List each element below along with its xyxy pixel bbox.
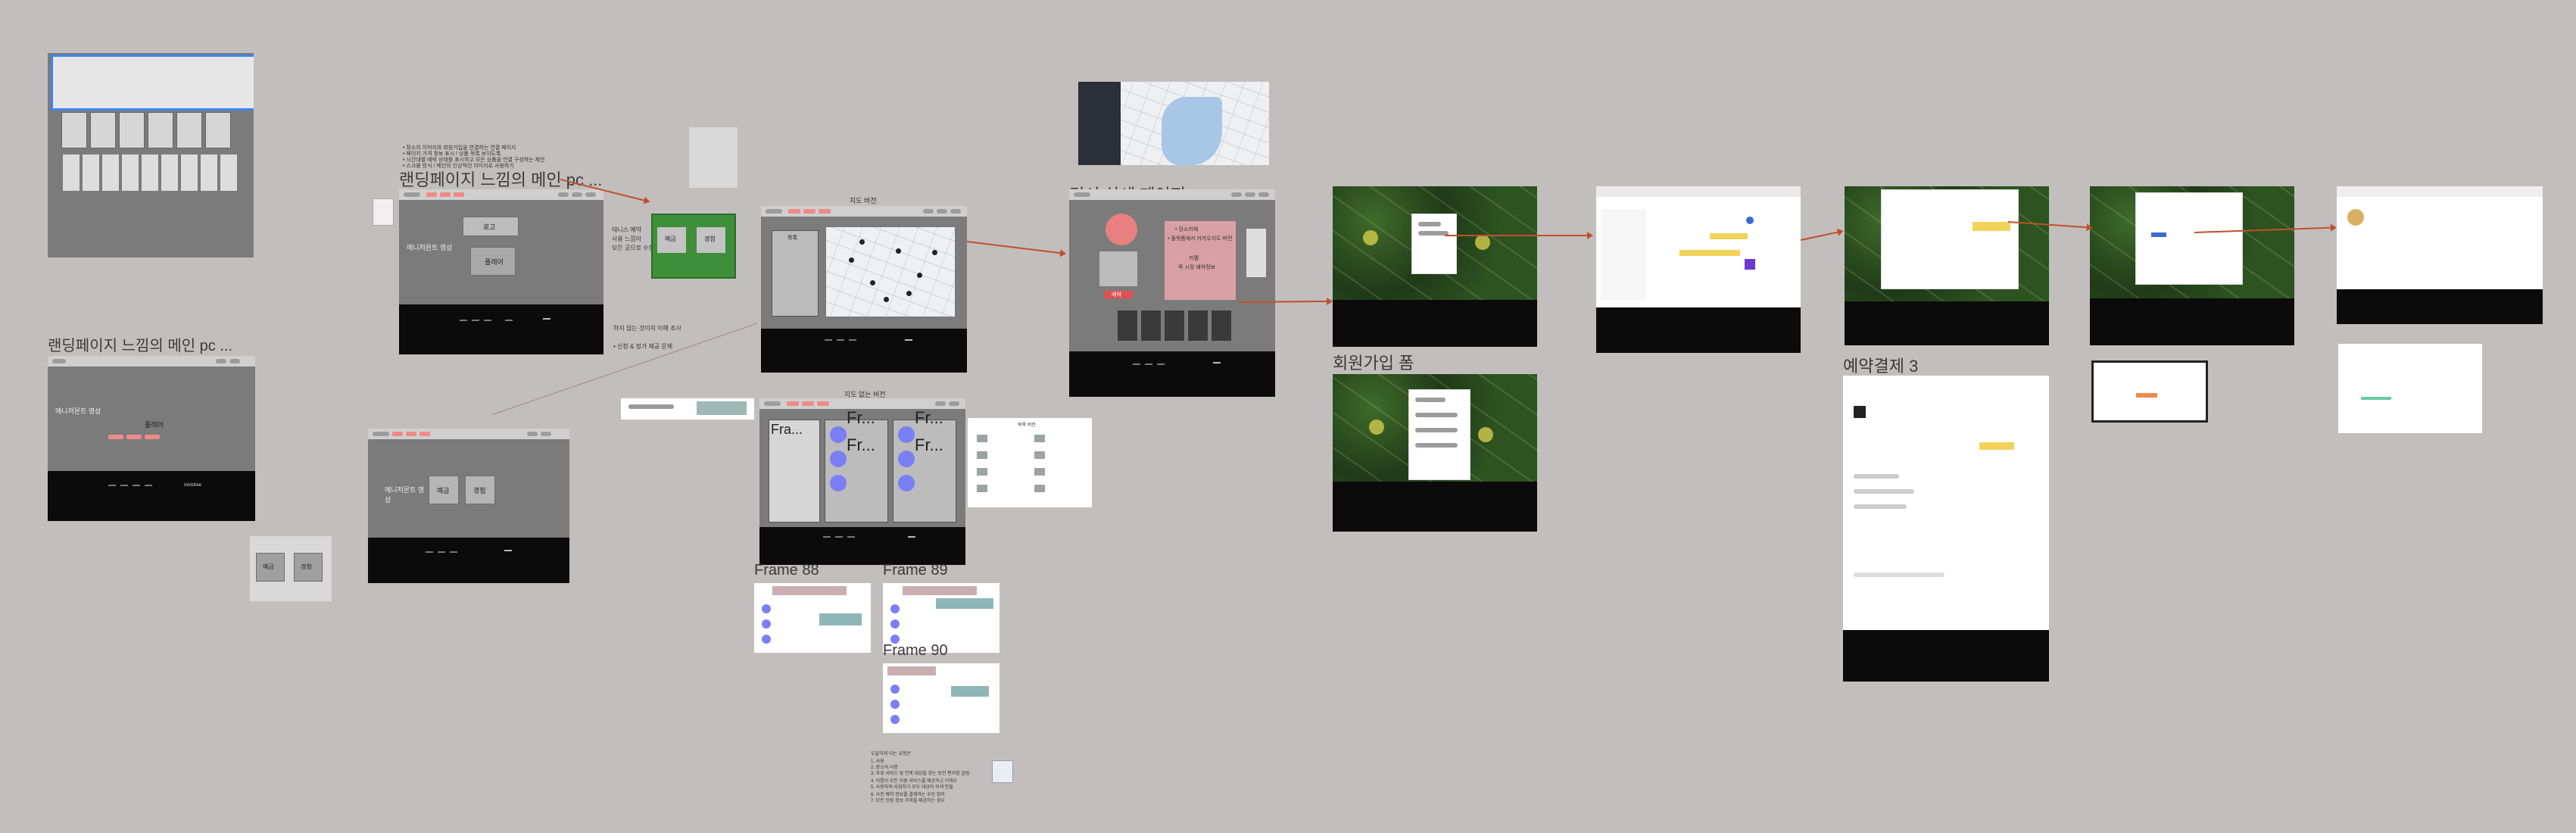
frame89-title[interactable]: Frame 89: [883, 562, 948, 579]
detail-page-frame[interactable]: 예약 • 장소카페 • 플랫폼에서 카카오지도 버전 카펠 즉 시장 예약정보: [1069, 189, 1275, 397]
booking-title[interactable]: 예약결제 3: [1843, 353, 1918, 377]
placeholder-rect[interactable]: [689, 127, 738, 188]
court-graphic[interactable]: 예금 경험: [651, 214, 736, 279]
chat-frame[interactable]: [1596, 186, 1801, 353]
frame90-title[interactable]: Frame 90: [883, 642, 948, 660]
footer-brand: Innisfree: [184, 483, 202, 488]
hero-text: 메니저몬트 영 상: [385, 486, 425, 504]
note-mid-2: • 신청 & 정가 제공 문제: [613, 343, 673, 350]
center-label: 플레어: [145, 421, 164, 429]
signup-title[interactable]: 회원가입 폼: [1333, 350, 1414, 374]
selected-component-frame[interactable]: [48, 53, 254, 257]
note-mid: 하지 않는 것이지 이해 조사: [613, 325, 681, 332]
hero-text: 메니저몬트 영상: [55, 407, 101, 415]
booking-step-2[interactable]: [2090, 186, 2294, 298]
note-court: 테니스 예약 사용 느낌이 모든 곳으로 수정: [612, 226, 654, 251]
frame-88[interactable]: [754, 583, 871, 653]
landing-frame-left[interactable]: 메니저몬트 영상 플레어 Innisfree: [48, 356, 255, 521]
arrow-3: [1445, 232, 1593, 239]
bottom-note-thumb[interactable]: [992, 760, 1013, 783]
hero-text: 메니저몬트 영상: [407, 244, 453, 251]
btn-deposit[interactable]: 예금: [429, 476, 459, 504]
map-view[interactable]: [826, 227, 955, 317]
note-icon[interactable]: [373, 198, 394, 226]
footer: Innisfree: [48, 471, 255, 521]
gallery-row: [1118, 310, 1231, 341]
login-screen[interactable]: [1333, 186, 1537, 300]
detail-pink-panel: • 장소카페 • 플랫폼에서 카카오지도 버전 카펠 즉 시장 예약정보: [1165, 221, 1236, 300]
mypage-frame[interactable]: [2337, 186, 2543, 324]
booking-step-1[interactable]: [1845, 186, 2049, 301]
banner-thumb[interactable]: [621, 398, 754, 420]
list-panel[interactable]: 목록: [772, 230, 819, 317]
arrow-2: [1238, 300, 1332, 303]
detail-map-screenshot[interactable]: [1078, 82, 1269, 165]
btn-experience[interactable]: 경험: [465, 476, 495, 504]
landing-frame-main[interactable]: 메니저몬트 영상 로고 플레어: [399, 189, 603, 354]
logo-box[interactable]: 로고: [463, 217, 519, 236]
map-version-frame[interactable]: 목록: [761, 206, 967, 373]
login-modal[interactable]: [1411, 214, 1457, 274]
list-version-frame[interactable]: 목록 버전: [968, 418, 1092, 507]
label-fra: Fra...: [771, 422, 803, 437]
frame88-title[interactable]: Frame 88: [754, 562, 819, 579]
small-button-1[interactable]: 예금: [256, 553, 285, 582]
signup-screen[interactable]: [1333, 374, 1537, 482]
icon-card-row: [61, 112, 243, 148]
arrow-4: [1800, 230, 1842, 241]
frame-90[interactable]: [883, 663, 1000, 733]
popup-frame[interactable]: [2091, 360, 2208, 423]
signup-modal[interactable]: [1408, 389, 1470, 480]
small-buttons-frame[interactable]: 예금 경험: [250, 536, 332, 601]
frame-title-landing-left[interactable]: 랜딩페이지 느낌의 메인 pc ...: [48, 333, 232, 355]
map-frame-title: 지도 버전: [850, 197, 877, 204]
selected-header-box[interactable]: [51, 55, 254, 111]
reserve-button[interactable]: 예약: [1104, 291, 1133, 298]
landing-frame-three[interactable]: 메니저몬트 영 상 예금 경험: [368, 429, 569, 583]
header-bar: [48, 356, 255, 367]
booking-payment-frame[interactable]: [1843, 376, 2049, 682]
column-placeholders: [63, 154, 239, 191]
frame-title-landing-main[interactable]: 랜딩페이지 느낌의 메인 pc ...: [399, 167, 602, 191]
small-button-2[interactable]: 경험: [294, 553, 323, 582]
flare-box[interactable]: 플레어: [470, 247, 516, 276]
arrow-1: [966, 241, 1065, 254]
no-map-version-frame[interactable]: Fra... Fr... Fr... Fr... Fr...: [759, 398, 965, 565]
avatar-circle: [1106, 214, 1137, 245]
small-white-frame[interactable]: [2338, 344, 2482, 433]
